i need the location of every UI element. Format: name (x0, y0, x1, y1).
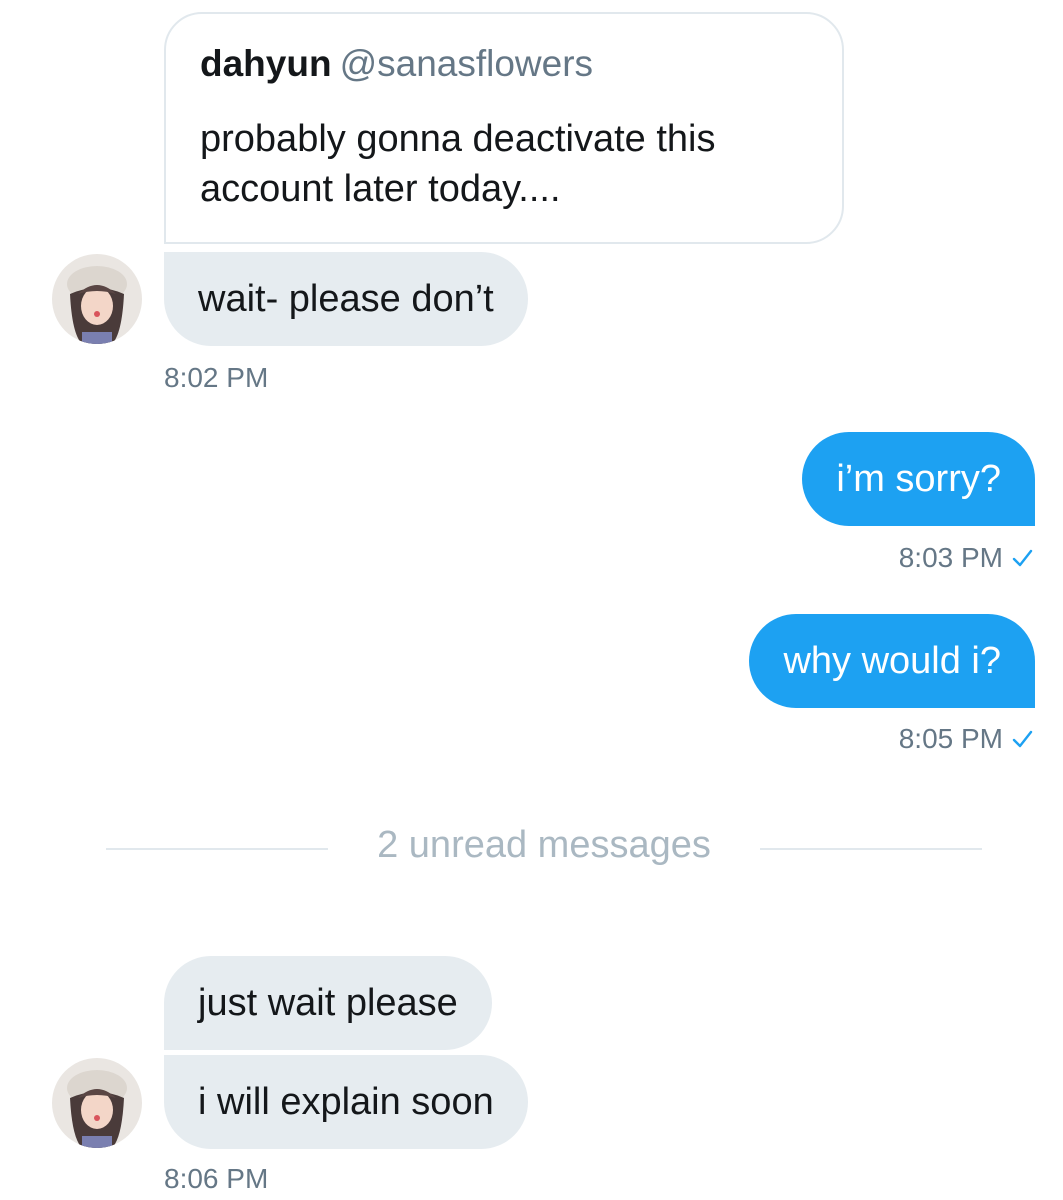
divider-line-right (760, 848, 982, 850)
checkmark-icon (1011, 543, 1033, 577)
message-timestamp: 8:05 PM (898, 723, 1003, 754)
message-text: i’m sorry? (836, 458, 1001, 500)
message-bubble-incoming[interactable]: wait- please don’t (164, 252, 528, 346)
message-text: wait- please don’t (198, 278, 494, 320)
message-timestamp: 8:06 PM (164, 1163, 269, 1194)
sender-avatar[interactable] (52, 254, 142, 344)
sender-avatar[interactable] (52, 1058, 142, 1148)
quoted-tweet-handle: @sanasflowers (339, 43, 594, 84)
message-text: i will explain soon (198, 1081, 494, 1123)
message-bubble-incoming[interactable]: i will explain soon (164, 1055, 528, 1149)
quoted-tweet-text: probably gonna deactivate this account l… (200, 118, 716, 210)
checkmark-icon (1011, 724, 1033, 758)
message-bubble-outgoing[interactable]: i’m sorry? (802, 432, 1035, 526)
avatar-image (52, 254, 142, 344)
divider-line-left (106, 848, 328, 850)
message-timestamp: 8:02 PM (164, 362, 269, 393)
message-text: why would i? (783, 640, 1001, 682)
message-timestamp-row: 8:05 PM (899, 722, 1033, 758)
quoted-tweet-card[interactable]: dahyun @sanasflowers probably gonna deact… (164, 12, 844, 244)
quoted-tweet-header: dahyun @sanasflowers (200, 42, 593, 86)
message-bubble-incoming[interactable]: just wait please (164, 956, 492, 1050)
unread-messages-divider: 2 unread messages (377, 824, 711, 866)
message-timestamp: 8:03 PM (898, 542, 1003, 573)
message-text: just wait please (198, 982, 458, 1024)
quoted-tweet-display-name: dahyun (200, 43, 332, 84)
message-timestamp-row: 8:03 PM (899, 541, 1033, 577)
message-bubble-outgoing[interactable]: why would i? (749, 614, 1035, 708)
avatar-image (52, 1058, 142, 1148)
